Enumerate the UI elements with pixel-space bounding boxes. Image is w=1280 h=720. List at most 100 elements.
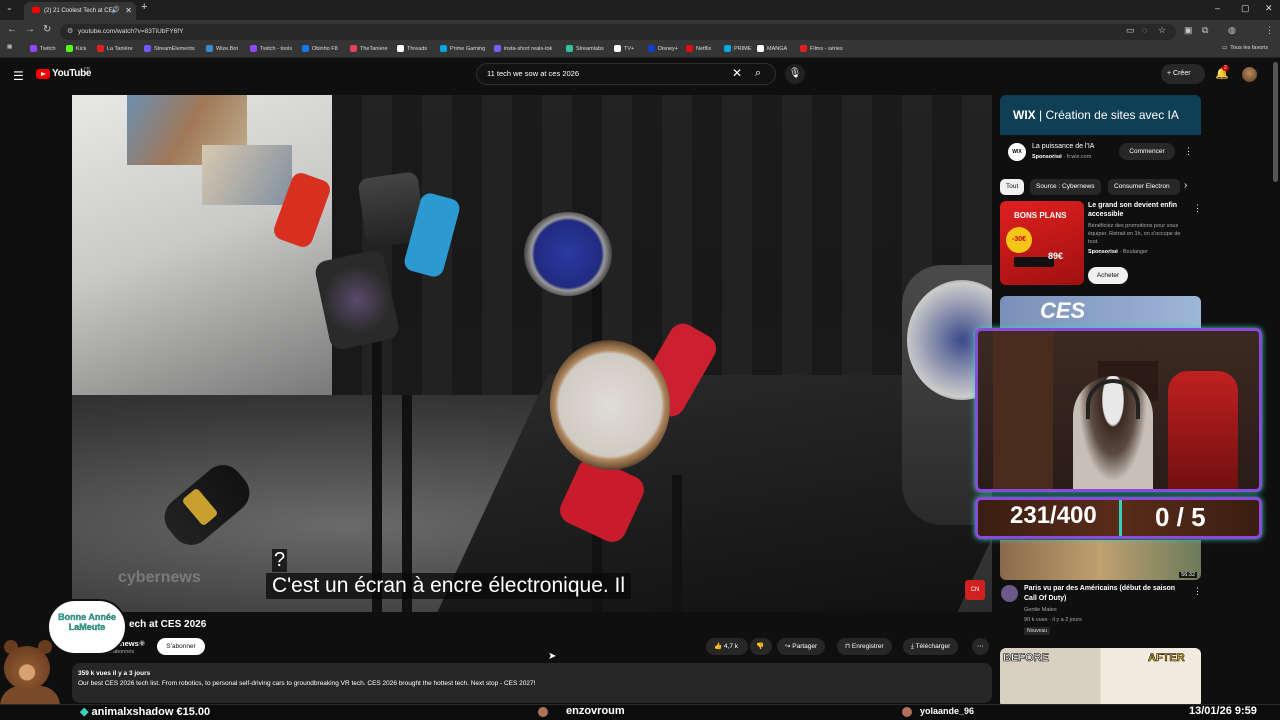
browser-tab-bar [0, 0, 1280, 20]
wix-banner-text: WIX | Création de sites avec IA [1013, 108, 1179, 122]
search-input[interactable]: 11 tech we sow at ces 2026 [476, 63, 776, 85]
commencer-button[interactable]: Commencer [1119, 143, 1175, 160]
video-watermark: cybernews [118, 569, 201, 586]
subscribe-button[interactable]: S'abonner [157, 638, 205, 655]
boulanger-ad-title[interactable]: Le grand son devient enfin accessible [1088, 201, 1192, 219]
tab-close-icon[interactable]: ✕ [125, 2, 132, 20]
bookmark-item[interactable]: TheTaniere [350, 45, 388, 52]
all-favorites[interactable]: ▭ Tous les favoris [1222, 45, 1268, 51]
menu-kebab-icon[interactable]: ⋮ [1265, 25, 1274, 36]
video-player[interactable] [72, 95, 992, 612]
minimize-button[interactable]: – [1215, 3, 1220, 13]
bookmark-label: MANGA [767, 45, 788, 52]
bookmark-item[interactable]: La Tanière [97, 45, 133, 52]
video-thumbnail-paris[interactable]: 56:32 [1000, 540, 1201, 580]
close-window-button[interactable]: ✕ [1265, 3, 1273, 14]
save-button[interactable]: ⊓ Enregistrer [837, 638, 892, 655]
chip-all[interactable]: Tout [1000, 179, 1025, 195]
bookmark-favicon-icon [566, 45, 573, 52]
chip-consumer-electronics[interactable]: Consumer Electron [1108, 179, 1180, 195]
clear-search-icon[interactable]: ✕ [732, 66, 742, 80]
extensions-puzzle-icon[interactable]: ⧉ [1202, 25, 1208, 36]
bookmark-item[interactable]: Twitch [30, 45, 56, 52]
microphone-icon[interactable]: 🎙 [785, 64, 805, 84]
site-info-icon[interactable]: ⚙ [67, 24, 73, 40]
bookmark-item[interactable]: Streamlabs [566, 45, 604, 52]
hamburger-menu-icon[interactable]: ☰ [13, 69, 24, 83]
chip-source-cybernews[interactable]: Source : Cybernews [1030, 179, 1101, 195]
webcam-overlay [975, 328, 1262, 492]
bookmark-item[interactable]: Wize.Bot [206, 45, 238, 52]
new-tab-button[interactable]: + [141, 1, 147, 13]
cast-icon[interactable]: ▭ [1126, 25, 1135, 36]
verified-icon: ◉ [139, 640, 146, 647]
wix-ad-title[interactable]: La puissance de l'IA [1032, 143, 1094, 150]
bookmark-icon: ⊓ [845, 643, 852, 650]
bookmark-item[interactable]: Kick [66, 45, 86, 52]
bookmark-item[interactable]: Twitch - tools [250, 45, 292, 52]
bookmark-item[interactable]: Prime Gaming [440, 45, 485, 52]
bookmark-item[interactable]: Threads [397, 45, 427, 52]
ad-menu-icon[interactable]: ⋮ [1184, 146, 1193, 157]
youtube-logo-icon[interactable] [36, 69, 50, 79]
bookmark-item[interactable]: Disney+ [648, 45, 678, 52]
bookmark-favicon-icon [250, 45, 257, 52]
maximize-button[interactable]: ▢ [1241, 3, 1250, 14]
video-menu-icon[interactable]: ⋮ [1193, 586, 1202, 597]
speaker-icon[interactable]: 🔊 [111, 2, 120, 20]
share-button[interactable]: ↪ Partager [777, 638, 826, 655]
wix-logo-icon: WIX [1008, 143, 1026, 161]
ad-thumb-headline: BONS PLANS [1014, 211, 1067, 220]
bookmark-favicon-icon [614, 45, 621, 52]
bookmark-item[interactable]: TV+ [614, 45, 634, 52]
region-code: FR [84, 66, 90, 71]
bookmark-item[interactable]: PRIME [724, 45, 751, 52]
acheter-button[interactable]: Acheter [1088, 267, 1128, 284]
channel-avatar[interactable] [1001, 585, 1018, 602]
create-button[interactable]: + Créer [1161, 64, 1205, 84]
bookmark-item[interactable]: StreamElements [144, 45, 195, 52]
profile-icon[interactable]: ◍ [1228, 25, 1236, 36]
boulanger-ad-thumbnail[interactable]: BONS PLANS -30€ 89€ [1000, 201, 1084, 285]
bookmark-item[interactable]: Netflix [686, 45, 711, 52]
new-badge: Nouveau [1024, 627, 1051, 635]
back-icon[interactable]: ← [7, 24, 17, 35]
video-pole [372, 335, 382, 612]
reload-icon[interactable]: ↻ [43, 24, 51, 35]
apps-grid-icon[interactable]: ▦ [7, 44, 12, 50]
extension-icon[interactable]: ▣ [1184, 25, 1193, 36]
browser-tab-youtube[interactable]: (2) 21 Coolest Tech at CES 🔊 ✕ [24, 2, 136, 20]
search-icon[interactable]: ⌕ [755, 67, 761, 80]
video-channel[interactable]: Gentle Mates [1024, 607, 1057, 613]
thumbs-down-icon: 👎 [756, 643, 765, 650]
like-button[interactable]: 👍 4,7 k [706, 638, 748, 655]
subtitle-line-2: C'est un écran à encre électronique. Il [266, 573, 632, 599]
page-scrollbar[interactable] [1273, 62, 1278, 182]
bookmark-favicon-icon [144, 45, 151, 52]
bookmark-item[interactable]: Obinho F8 [302, 45, 338, 52]
bookmark-label: TV+ [624, 45, 635, 52]
video-meta: 90 k vues · il y a 2 jours [1024, 617, 1082, 623]
ad-menu-icon[interactable]: ⋮ [1193, 203, 1202, 214]
video-thumbnail-ces[interactable]: CES [1000, 296, 1201, 330]
bookmark-item[interactable]: Films - séries [800, 45, 843, 52]
bookmark-item[interactable]: MANGA [757, 45, 787, 52]
hide-icon[interactable]: ◌ [1142, 25, 1147, 35]
bookmark-star-icon[interactable]: ☆ [1158, 25, 1166, 36]
video-title-paris[interactable]: Paris vu par des Américains (début de sa… [1024, 584, 1189, 604]
address-bar[interactable]: ⚙ youtube.com/watch?v=83TiUbFY6fY [60, 24, 1176, 40]
account-avatar[interactable] [1242, 67, 1257, 82]
download-button[interactable]: ⤓ Télécharger [903, 638, 959, 655]
tab-search-icon[interactable]: ⌄ [6, 3, 13, 12]
bookmark-item[interactable]: insta-short reals-tok [494, 45, 552, 52]
more-actions-button[interactable]: ⋯ [972, 638, 989, 655]
bookmark-favicon-icon [30, 45, 37, 52]
bookmark-favicon-icon [66, 45, 73, 52]
chevron-right-icon[interactable]: › [1184, 180, 1187, 191]
webcam-gaming-chair [1168, 371, 1238, 489]
forward-icon[interactable]: → [25, 24, 35, 35]
bookmark-favicon-icon [97, 45, 104, 52]
dislike-button[interactable]: 👎 [750, 638, 772, 655]
video-thumbnail-before-after[interactable]: BEFORE AFTER [1000, 648, 1201, 708]
mouse-cursor-icon: ➤ [548, 651, 557, 662]
